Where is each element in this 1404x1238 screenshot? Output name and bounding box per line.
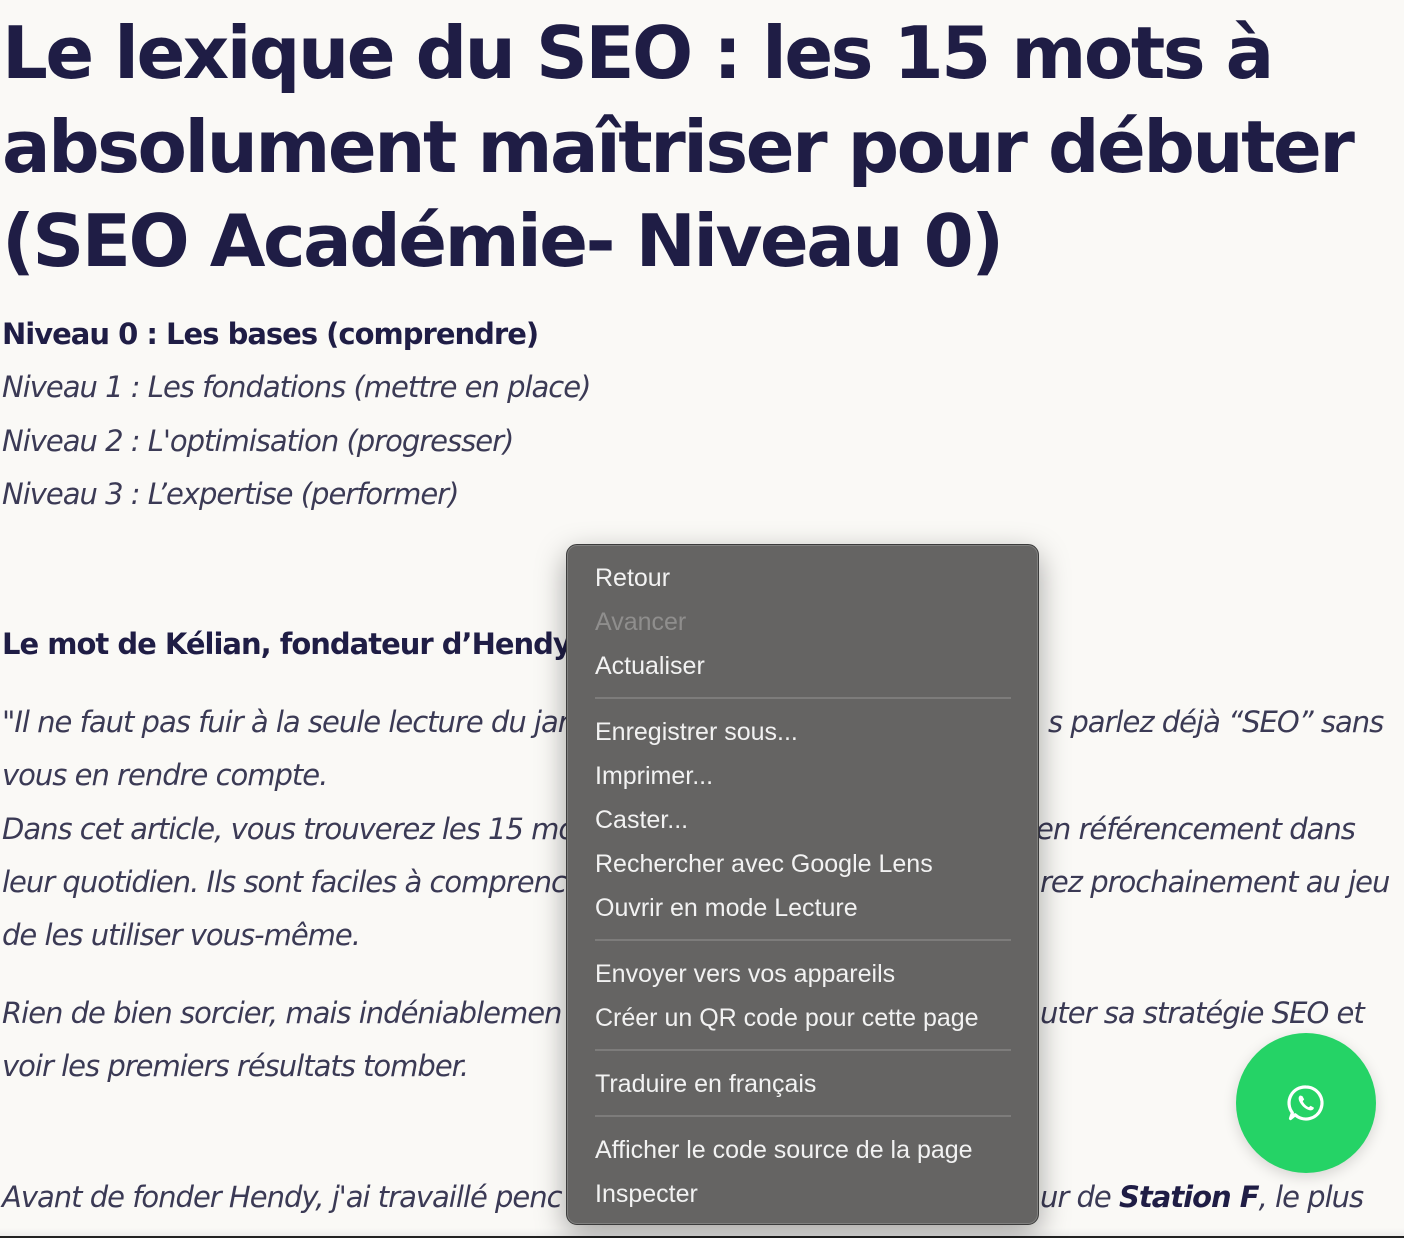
paragraph-line: rez prochainement au jeu xyxy=(1040,865,1390,899)
paragraph-line: ur de Station F, le plus xyxy=(1040,1180,1365,1214)
paragraph-line: voir les premiers résultats tomber. xyxy=(2,1049,469,1083)
paragraph-line: s parlez déjà “SEO” sans xyxy=(1048,705,1384,739)
paragraph-line: Rien de bien sorcier, mais indéniablemen xyxy=(2,996,562,1030)
level-3-link[interactable]: Niveau 3 : L’expertise (performer) xyxy=(2,474,459,514)
menu-separator xyxy=(595,1049,1011,1051)
paragraph-line: en référencement dans xyxy=(1036,812,1356,846)
paragraph-line: Avant de fonder Hendy, j'ai travaillé pe… xyxy=(2,1180,563,1214)
menu-item-traduire[interactable]: Traduire en français xyxy=(595,1064,816,1104)
menu-item-imprimer[interactable]: Imprimer... xyxy=(595,756,713,796)
text-fragment: , le plus xyxy=(1258,1180,1365,1214)
menu-item-enregistrer-sous[interactable]: Enregistrer sous... xyxy=(595,712,798,752)
context-menu: Retour Avancer Actualiser Enregistrer so… xyxy=(566,544,1039,1225)
menu-item-mode-lecture[interactable]: Ouvrir en mode Lecture xyxy=(595,888,858,928)
menu-item-actualiser[interactable]: Actualiser xyxy=(595,646,705,686)
bold-text: Station F xyxy=(1119,1180,1260,1214)
menu-item-avancer: Avancer xyxy=(595,608,687,636)
menu-separator xyxy=(595,697,1011,699)
menu-separator xyxy=(595,1115,1011,1117)
level-0-current[interactable]: Niveau 0 : Les bases (comprendre) xyxy=(2,314,539,354)
paragraph-line: de les utiliser vous-même. xyxy=(2,918,361,952)
menu-item-qr-code[interactable]: Créer un QR code pour cette page xyxy=(595,998,979,1038)
menu-item-caster[interactable]: Caster... xyxy=(595,800,688,840)
paragraph-line: leur quotidien. Ils sont faciles à compr… xyxy=(2,865,567,899)
paragraph-line: uter sa stratégie SEO et xyxy=(1040,996,1365,1030)
menu-item-google-lens[interactable]: Rechercher avec Google Lens xyxy=(595,844,933,884)
level-1-link[interactable]: Niveau 1 : Les fondations (mettre en pla… xyxy=(2,367,591,407)
menu-item-code-source[interactable]: Afficher le code source de la page xyxy=(595,1130,973,1170)
menu-item-envoyer-appareils[interactable]: Envoyer vers vos appareils xyxy=(595,954,895,994)
paragraph-line: "Il ne faut pas fuir à la seule lecture … xyxy=(2,705,570,739)
level-2-link[interactable]: Niveau 2 : L'optimisation (progresser) xyxy=(2,421,514,461)
whatsapp-chat-button[interactable] xyxy=(1236,1033,1376,1173)
menu-item-retour[interactable]: Retour xyxy=(595,558,670,598)
section-heading: Le mot de Kélian, fondateur d’Hendy xyxy=(2,627,572,661)
whatsapp-icon xyxy=(1287,1085,1324,1121)
menu-item-inspecter[interactable]: Inspecter xyxy=(595,1174,698,1214)
menu-separator xyxy=(595,939,1011,941)
paragraph-line: vous en rendre compte. xyxy=(2,758,328,792)
text-fragment: ur de xyxy=(1040,1180,1119,1214)
article-title: Le lexique du SEO : les 15 mots à absolu… xyxy=(2,11,1355,283)
paragraph-line: Dans cet article, vous trouverez les 15 … xyxy=(2,812,576,846)
